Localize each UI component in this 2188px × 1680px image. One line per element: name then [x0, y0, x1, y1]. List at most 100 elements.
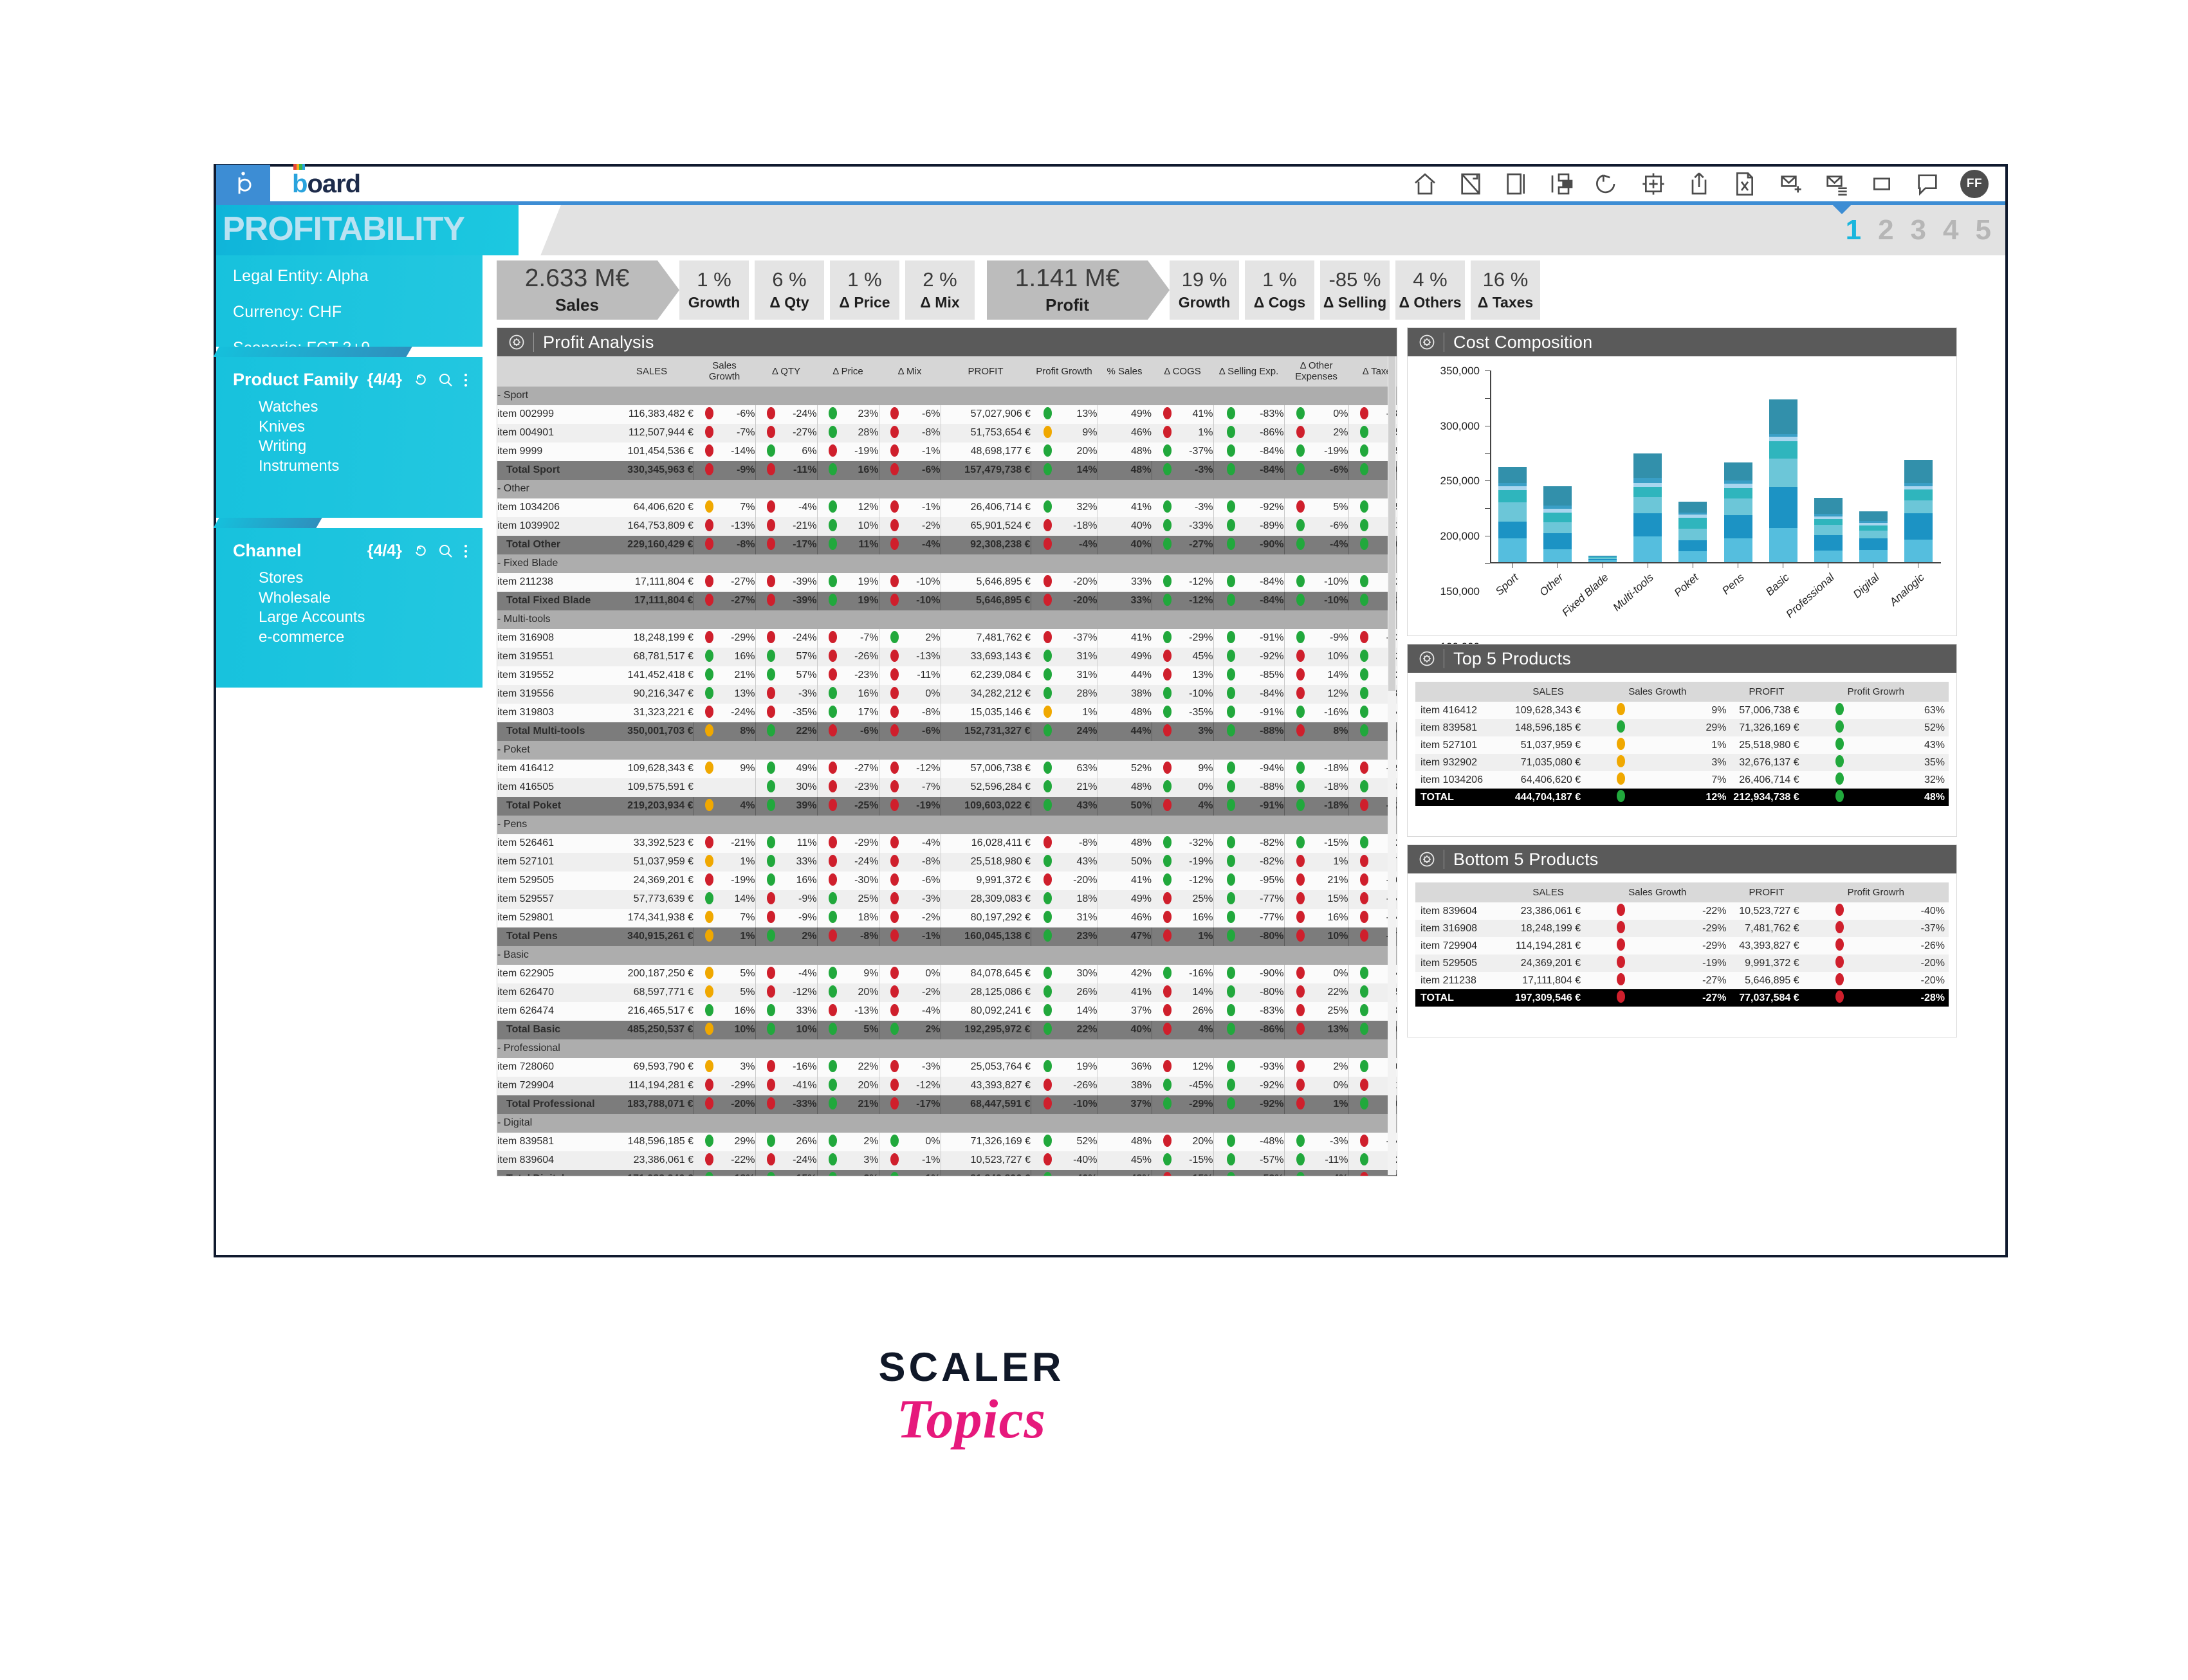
- table-row[interactable]: item 002999 116,383,482 € -6% -24% 23% -6% 57,…: [497, 405, 1397, 424]
- table-row[interactable]: item 526461 33,392,523 € -21% 11% -29% -4% 16,…: [497, 834, 1397, 853]
- table-row[interactable]: item 622905 200,187,250 €5% -4% 9% 0% 84,078,…: [497, 964, 1397, 983]
- bottom5-row[interactable]: item 211238 17,111,804 € -27% 5,646,895 € -2…: [1415, 972, 1949, 989]
- top5-row[interactable]: item 416412 109,628,343 € 9% 57,006,738 € 63…: [1415, 702, 1949, 719]
- page-button-2[interactable]: 2: [1878, 216, 1893, 244]
- more-options-icon[interactable]: [464, 373, 467, 387]
- kpi-sales[interactable]: 2.633 M€ Sales: [497, 260, 679, 320]
- top5-row[interactable]: item 839581 148,596,185 € 29% 71,326,169 € 5…: [1415, 719, 1949, 736]
- kpi-profit-growth[interactable]: 19 % Growth: [1170, 260, 1239, 320]
- bottom5-row[interactable]: item 729904 114,194,281 € -29% 43,393,827 €…: [1415, 937, 1949, 954]
- comment-icon[interactable]: [1915, 171, 1940, 197]
- table-row[interactable]: item 839604 23,386,061 € -22% -24% 3% -1% 10,5…: [497, 1151, 1397, 1170]
- mail-list-icon[interactable]: [1823, 171, 1849, 197]
- chart-column[interactable]: [1625, 370, 1670, 568]
- table-group-row[interactable]: - Digital: [497, 1113, 1397, 1133]
- page-button-1[interactable]: 1: [1846, 216, 1861, 244]
- search-icon[interactable]: [437, 543, 453, 559]
- table-row[interactable]: item 319552 141,452,418 € 21% 57% -23% -11% 62…: [497, 666, 1397, 685]
- draw-icon[interactable]: [1458, 171, 1484, 197]
- table-total-row[interactable]: Total Multi-tools 350,001,703 € 8% 22% -6% -6…: [497, 722, 1397, 741]
- kpi-delta-mix[interactable]: 2 % Δ Mix: [905, 260, 975, 320]
- table-row[interactable]: item 319803 31,323,221 € -24% -35% 17% -8% 15,…: [497, 703, 1397, 722]
- present-icon[interactable]: [1503, 171, 1529, 197]
- kpi-delta-price[interactable]: 1 % Δ Price: [830, 260, 899, 320]
- chart-column[interactable]: [1715, 370, 1760, 568]
- table-group-row[interactable]: - Professional: [497, 1039, 1397, 1058]
- kpi-sales-growth[interactable]: 1 % Growth: [679, 260, 749, 320]
- kpi-delta-others[interactable]: 4 % Δ Others: [1395, 260, 1465, 320]
- kpi-delta-taxes[interactable]: 16 % Δ Taxes: [1471, 260, 1540, 320]
- kpi-delta-cogs[interactable]: 1 % Δ Cogs: [1245, 260, 1314, 320]
- table-total-row[interactable]: Total Pens 340,915,261 € 1% 2% -8% -1% 160,045…: [497, 927, 1397, 946]
- avatar[interactable]: FF: [1960, 170, 1989, 198]
- chart-column[interactable]: [1806, 370, 1851, 568]
- table-group-row[interactable]: - Basic: [497, 945, 1397, 965]
- list-item[interactable]: Instruments: [259, 457, 467, 477]
- table-row[interactable]: item 729904 114,194,281 € -29% -41% 20% -12% 4…: [497, 1076, 1397, 1095]
- table-row[interactable]: item 319551 68,781,517 € 16% 57% -26% -13% 33,…: [497, 647, 1397, 666]
- table-row[interactable]: item 9999 101,454,536 € -14% 6% -19% -1% 48,69…: [497, 442, 1397, 461]
- list-item[interactable]: Wholesale: [259, 589, 467, 608]
- chart-column[interactable]: [1490, 370, 1535, 568]
- list-item[interactable]: Writing: [259, 437, 467, 457]
- top5-row[interactable]: item 1034206 64,406,620 € 7% 26,406,714 € 32…: [1415, 771, 1949, 789]
- chart-column[interactable]: [1851, 370, 1896, 568]
- table-group-row[interactable]: - Other: [497, 479, 1397, 498]
- list-item[interactable]: Knives: [259, 417, 467, 437]
- bottom5-row[interactable]: item 316908 18,248,199 € -29% 7,481,762 € -3…: [1415, 920, 1949, 937]
- table-row[interactable]: item 416505 109,575,591 € 30% -23% -7% 52,596…: [497, 778, 1397, 797]
- table-group-row[interactable]: - Fixed Blade: [497, 554, 1397, 573]
- board-logo-tile[interactable]: [216, 165, 270, 203]
- kpi-profit[interactable]: 1.141 M€ Profit: [987, 260, 1170, 320]
- table-total-row[interactable]: Total Sport 330,345,963 € -9% -11% 16% -6% 157…: [497, 461, 1397, 480]
- share-icon[interactable]: [1686, 171, 1712, 197]
- table-row[interactable]: item 626470 68,597,771 € 5% -12% 20% -2% 28,12…: [497, 983, 1397, 1002]
- list-item[interactable]: Stores: [259, 569, 467, 589]
- table-group-row[interactable]: - Pens: [497, 815, 1397, 834]
- bottom5-row[interactable]: item 529505 24,369,201 € -19% 9,991,372 € -2…: [1415, 954, 1949, 972]
- scrollbar-thumb[interactable]: [1388, 356, 1395, 691]
- table-row[interactable]: item 529557 57,773,639 € 14% -9% 25% -3% 28,30…: [497, 890, 1397, 909]
- table-total-row[interactable]: Total Poket 219,203,934 € 4% 39% -25% -19% 109…: [497, 796, 1397, 816]
- top5-row[interactable]: item 527101 51,037,959 € 1% 25,518,980 € 43%: [1415, 736, 1949, 754]
- table-group-row[interactable]: - Sport: [497, 386, 1397, 405]
- kpi-delta-qty[interactable]: 6 % Δ Qty: [755, 260, 824, 320]
- settings-gear-wrap[interactable]: [1414, 650, 1440, 668]
- settings-gear-wrap[interactable]: [504, 333, 529, 351]
- page-button-5[interactable]: 5: [1976, 216, 1991, 244]
- chart-column[interactable]: [1535, 370, 1580, 568]
- screenshot-icon[interactable]: [1641, 171, 1666, 197]
- table-row[interactable]: item 529801 174,341,938 € 7% -9% 18% -2% 80,19…: [497, 908, 1397, 927]
- table-total-row[interactable]: Total Basic 485,250,537 € 10% 10% 5% 2% 192,29…: [497, 1020, 1397, 1039]
- table-row[interactable]: item 416412 109,628,343 € 9% 49% -27% -12% 57,…: [497, 759, 1397, 778]
- table-row[interactable]: item 728060 69,593,790 € 3% -16% 22% -3% 25,05…: [497, 1057, 1397, 1077]
- table-row[interactable]: item 529505 24,369,201 € -19% 16% -30% -6% 9,9…: [497, 871, 1397, 890]
- chart-column[interactable]: [1761, 370, 1806, 568]
- search-icon[interactable]: [437, 372, 453, 388]
- table-row[interactable]: item 319556 90,216,347 € 13% -3% 16% 0% 34,282…: [497, 684, 1397, 704]
- table-group-row[interactable]: - Multi-tools: [497, 610, 1397, 629]
- profit-analysis-scrollbar[interactable]: [1388, 356, 1396, 1175]
- home-icon[interactable]: [1412, 171, 1438, 197]
- undo-icon[interactable]: [1595, 171, 1621, 197]
- table-row[interactable]: item 004901 112,507,944 € -7% -27% 28% -8% 51,…: [497, 423, 1397, 443]
- settings-gear-wrap[interactable]: [1414, 850, 1440, 868]
- list-item[interactable]: Large Accounts: [259, 608, 467, 628]
- table-total-row[interactable]: Total Digital171,982,246 € 18% 15% 2% 1%81,8…: [497, 1169, 1397, 1176]
- table-total-row[interactable]: Total Fixed Blade 17,111,804 € -27% -39% 19%…: [497, 591, 1397, 610]
- chart-column[interactable]: [1670, 370, 1715, 568]
- reset-icon[interactable]: [413, 543, 428, 559]
- table-row[interactable]: item 626474 216,465,517 € 16% 33% -13% -4% 80,…: [497, 1001, 1397, 1021]
- table-row[interactable]: item 527101 51,037,959 € 1% 33% -24% -8% 25,51…: [497, 852, 1397, 872]
- table-row[interactable]: item 839581 148,596,185 € 29% 26% 2% 0% 71,326…: [497, 1132, 1397, 1151]
- more-options-icon[interactable]: [464, 544, 467, 558]
- excel-export-icon[interactable]: [1732, 171, 1758, 197]
- page-button-3[interactable]: 3: [1911, 216, 1926, 244]
- mail-add-icon[interactable]: [1778, 171, 1803, 197]
- list-item[interactable]: Watches: [259, 397, 467, 417]
- layout-icon[interactable]: [1549, 171, 1575, 197]
- table-row[interactable]: item 211238 17,111,804 € -27% -39% 19% -10% 5,…: [497, 572, 1397, 592]
- chart-column[interactable]: [1896, 370, 1941, 568]
- chart-column[interactable]: [1580, 370, 1625, 568]
- settings-gear-wrap[interactable]: [1414, 333, 1440, 351]
